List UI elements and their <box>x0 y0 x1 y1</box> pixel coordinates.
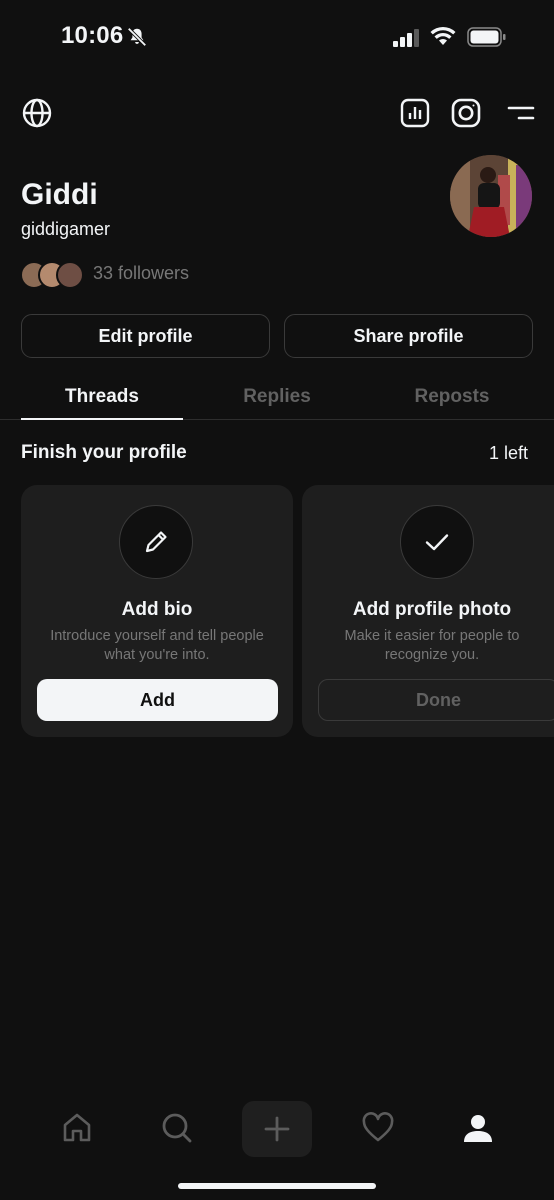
card-title: Add bio <box>121 599 193 620</box>
finish-profile-remaining: 1 left <box>489 443 529 463</box>
share-profile-button[interactable]: Share profile <box>284 314 533 358</box>
search-icon[interactable] <box>157 1108 197 1148</box>
add-bio-button[interactable]: Add <box>37 679 278 721</box>
add-photo-card: Add profile photo Make it easier for peo… <box>302 485 554 737</box>
bell-slash-icon <box>127 27 147 47</box>
instagram-icon[interactable] <box>449 96 483 130</box>
add-bio-card: Add bio Introduce yourself and tell peop… <box>21 485 293 737</box>
done-button[interactable]: Done <box>318 679 554 721</box>
menu-icon[interactable] <box>503 96 537 130</box>
insights-icon[interactable] <box>398 96 432 130</box>
card-title: Add profile photo <box>352 599 512 620</box>
tab-threads[interactable]: Threads <box>21 386 183 408</box>
plus-icon <box>264 1116 290 1142</box>
battery-icon <box>467 27 506 47</box>
status-time: 10:06 <box>61 22 124 49</box>
finish-profile-title: Finish your profile <box>21 442 187 463</box>
home-icon[interactable] <box>57 1108 97 1148</box>
globe-icon[interactable] <box>20 96 54 130</box>
tab-active-indicator <box>21 418 183 420</box>
card-description: Make it easier for people to recognize y… <box>344 628 520 663</box>
wifi-icon <box>430 26 456 45</box>
home-indicator <box>178 1183 376 1189</box>
checkmark-icon <box>400 505 474 579</box>
card-description: Introduce yourself and tell people what … <box>50 628 264 663</box>
tab-reposts[interactable]: Reposts <box>371 386 533 408</box>
heart-icon[interactable] <box>358 1108 398 1148</box>
edit-profile-button[interactable]: Edit profile <box>21 314 270 358</box>
new-thread-button[interactable] <box>242 1101 312 1157</box>
profile-icon[interactable] <box>458 1108 498 1148</box>
followers-count[interactable]: 33 followers <box>93 263 189 284</box>
profile-name: Giddi <box>21 178 98 211</box>
tab-replies[interactable]: Replies <box>196 386 358 408</box>
signal-icon <box>393 29 419 47</box>
profile-handle: giddigamer <box>21 219 111 239</box>
pencil-icon <box>119 505 193 579</box>
follower-avatar <box>56 261 84 289</box>
avatar[interactable] <box>450 155 532 237</box>
